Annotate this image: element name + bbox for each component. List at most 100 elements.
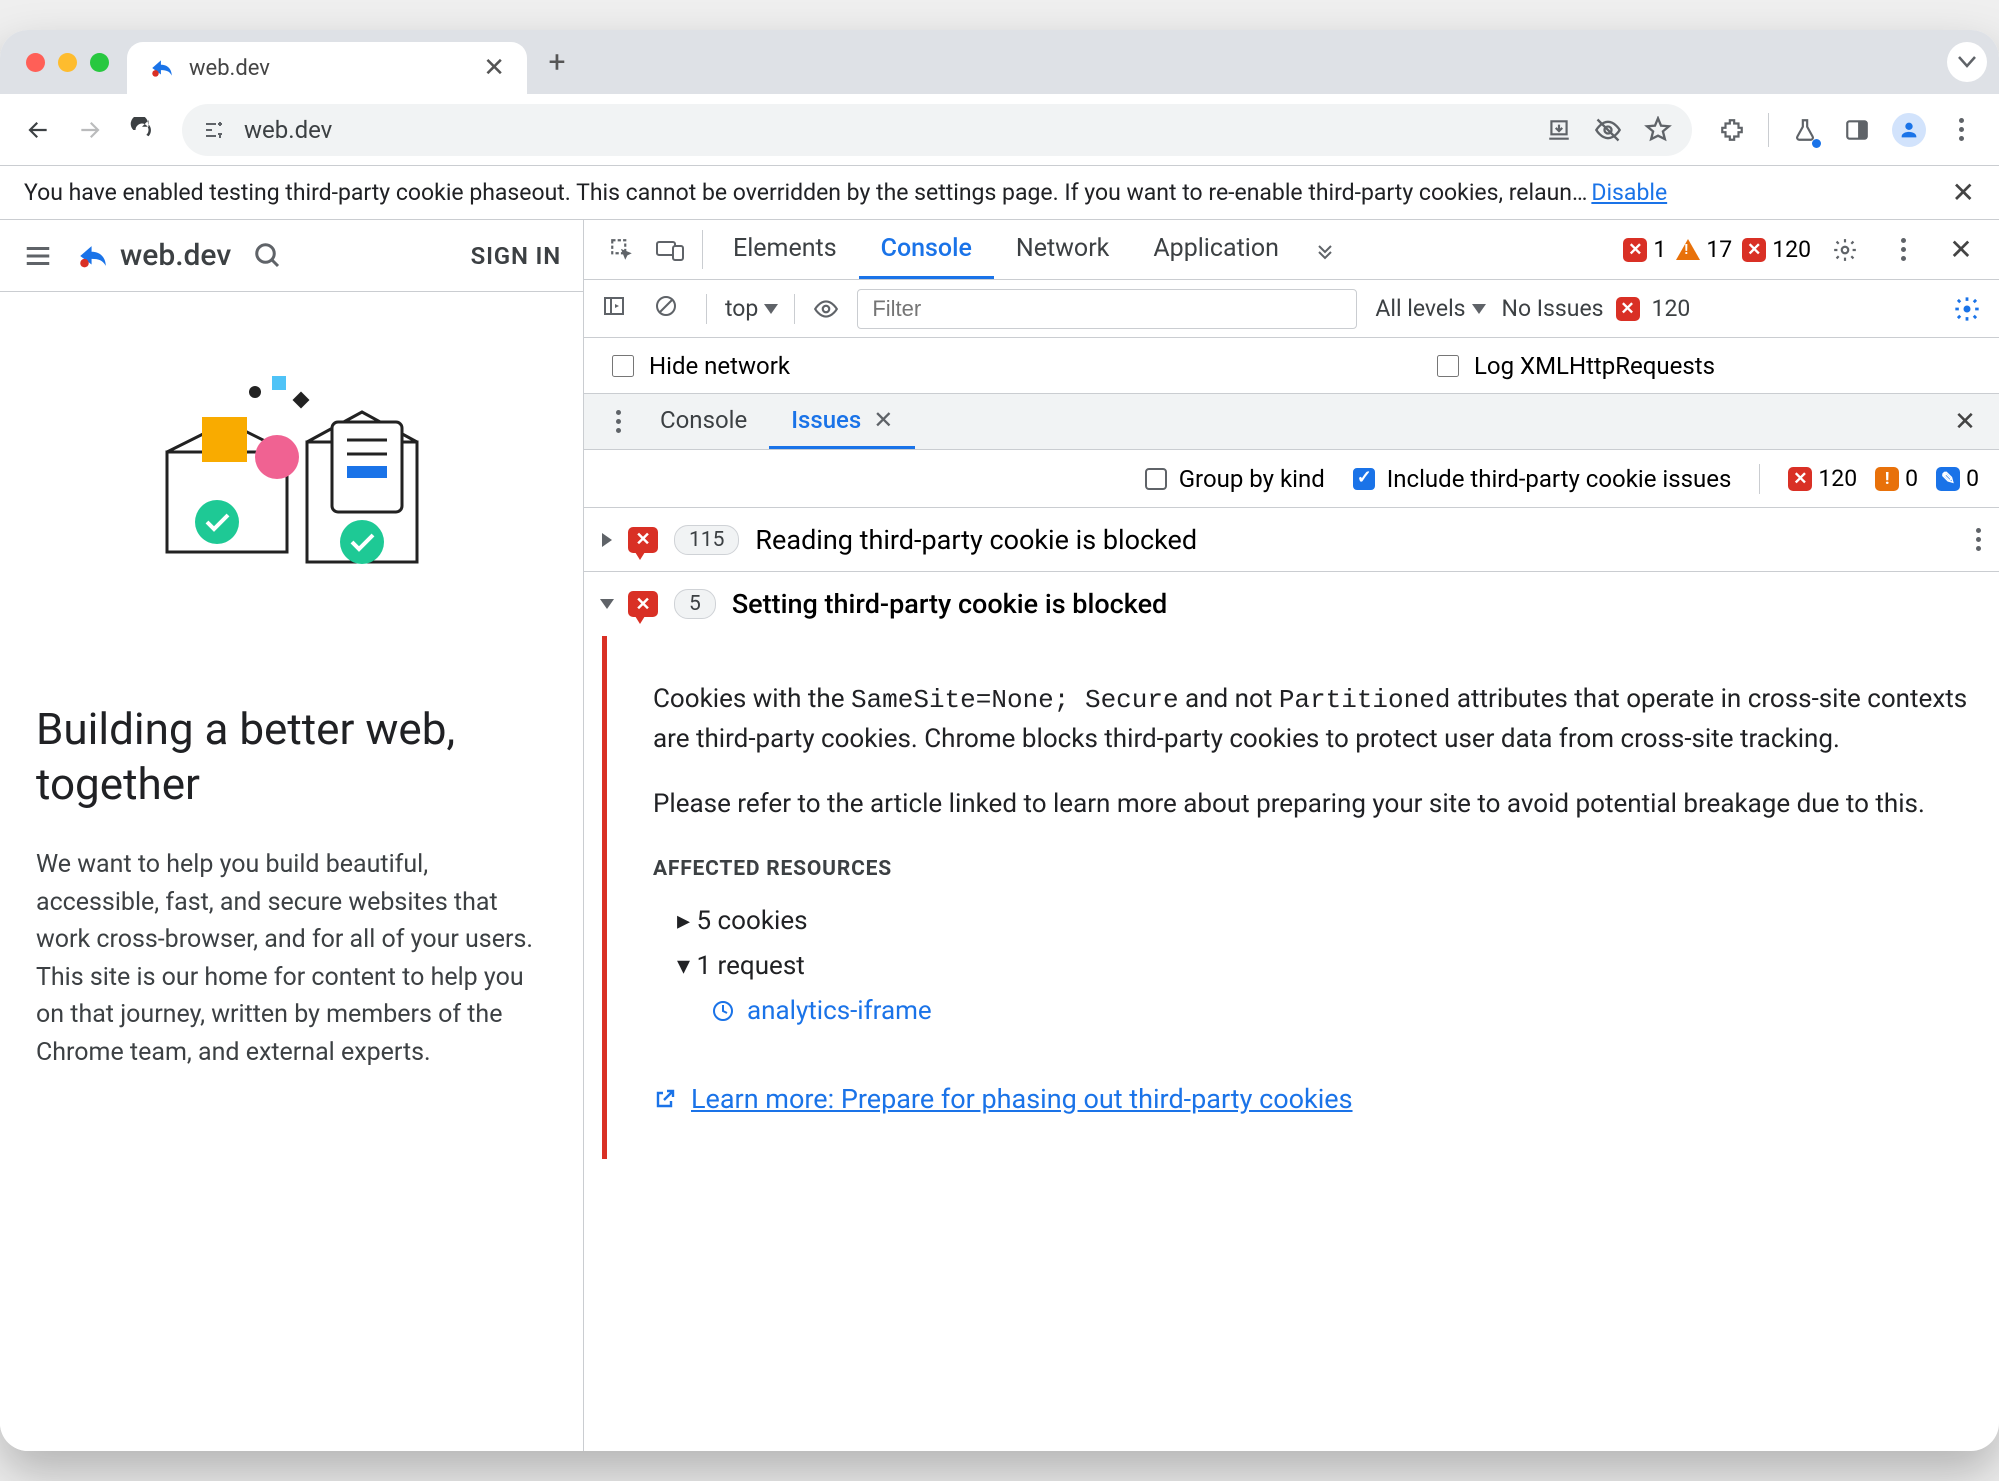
levels-selector[interactable]: All levels [1375, 295, 1483, 322]
forward-button[interactable] [68, 108, 112, 152]
chevron-down-icon [764, 304, 778, 314]
close-window-button[interactable] [26, 53, 45, 72]
chevron-down-icon [1472, 304, 1486, 314]
error-count[interactable]: ✕1 [1623, 236, 1666, 263]
chrome-menu-button[interactable] [1939, 108, 1983, 152]
issue-row[interactable]: ✕ 115 Reading third-party cookie is bloc… [584, 508, 1999, 572]
info-bar-text: You have enabled testing third-party coo… [24, 179, 1587, 206]
inspect-icon[interactable] [598, 220, 646, 279]
disable-link[interactable]: Disable [1591, 179, 1667, 206]
info-bar: You have enabled testing third-party coo… [0, 166, 1999, 220]
side-panel-button[interactable] [1835, 108, 1879, 152]
titlebar: web.dev ✕ + [0, 30, 1999, 94]
issue-count-pill: 5 [674, 589, 716, 619]
issues-summary[interactable]: No Issues✕120 [1502, 295, 1691, 322]
search-icon[interactable] [253, 241, 283, 271]
drawer-tab-issues[interactable]: Issues ✕ [769, 394, 915, 449]
issue-menu-icon[interactable] [1976, 528, 1981, 551]
hero-illustration [36, 362, 547, 582]
sign-in-button[interactable]: SIGN IN [471, 242, 561, 270]
affected-requests[interactable]: 1 request [677, 947, 1971, 986]
include-3p-checkbox[interactable]: Include third-party cookie issues [1353, 465, 1732, 493]
affected-cookies[interactable]: 5 cookies [677, 902, 1971, 941]
issues-counts: ✕120 !0 ✎0 [1788, 465, 1979, 492]
page-viewport: web.dev SIGN IN [0, 220, 584, 1451]
context-selector[interactable]: top [725, 295, 776, 322]
fullscreen-window-button[interactable] [90, 53, 109, 72]
site-logo[interactable]: web.dev [76, 238, 231, 273]
filter-input[interactable] [857, 289, 1357, 329]
console-settings-icon[interactable] [1953, 295, 1981, 323]
issue-detail: Cookies with the SameSite=None; Secure a… [584, 636, 1999, 1159]
issue-title: Reading third-party cookie is blocked [755, 524, 1197, 556]
drawer-tab-console[interactable]: Console [638, 394, 769, 449]
expand-icon [602, 533, 612, 547]
live-expression-icon[interactable] [813, 296, 839, 322]
blocked-count[interactable]: ✕120 [1742, 236, 1811, 263]
warning-count[interactable]: 17 [1676, 236, 1732, 263]
device-toggle-icon[interactable] [646, 220, 694, 279]
webdev-icon [76, 239, 110, 273]
tab-elements[interactable]: Elements [711, 220, 859, 279]
issue-paragraph: Please refer to the article linked to le… [653, 785, 1971, 824]
sidebar-toggle-icon[interactable] [602, 294, 636, 324]
browser-window: web.dev ✕ + web.dev You have enable [0, 30, 1999, 1451]
devtools-main-tabs: Elements Console Network Application ✕1 … [584, 220, 1999, 280]
issue-count-pill: 115 [674, 525, 739, 555]
learn-more-link[interactable]: Learn more: Prepare for phasing out thir… [653, 1079, 1971, 1120]
console-options: Hide network Log XMLHttpRequests [584, 338, 1999, 394]
devtools-panel: Elements Console Network Application ✕ 1 … [584, 220, 1999, 1451]
reload-button[interactable] [120, 108, 164, 152]
issues-toolbar: Group by kind Include third-party cookie… [584, 450, 1999, 508]
tab-network[interactable]: Network [994, 220, 1131, 279]
collapse-icon [600, 599, 614, 609]
separator [1768, 113, 1769, 147]
labs-button[interactable] [1783, 108, 1827, 152]
log-xhr-checkbox[interactable]: Log XMLHttpRequests [1433, 352, 1715, 380]
close-info-bar-icon[interactable]: ✕ [1932, 176, 1975, 209]
browser-tab[interactable]: web.dev ✕ [127, 42, 527, 94]
clear-console-icon[interactable] [654, 294, 688, 324]
extensions-button[interactable] [1710, 108, 1754, 152]
tab-title: web.dev [189, 56, 270, 81]
devtools-menu-icon[interactable] [1879, 238, 1927, 261]
site-header: web.dev SIGN IN [0, 220, 583, 292]
page-blurb: We want to help you build beautiful, acc… [36, 846, 547, 1071]
minimize-window-button[interactable] [58, 53, 77, 72]
settings-icon[interactable] [1821, 237, 1869, 263]
close-issues-tab-icon[interactable]: ✕ [873, 406, 893, 434]
eye-off-icon[interactable] [1594, 116, 1622, 144]
bookmark-star-icon[interactable] [1644, 116, 1672, 144]
close-devtools-icon[interactable]: ✕ [1937, 233, 1985, 266]
new-tab-button[interactable]: + [535, 40, 579, 84]
tab-list-button[interactable] [1947, 42, 1987, 82]
hide-network-checkbox[interactable]: Hide network [608, 352, 790, 380]
site-settings-icon[interactable] [202, 118, 226, 142]
window-controls [26, 53, 109, 72]
tab-console[interactable]: Console [859, 220, 994, 279]
browser-toolbar: web.dev [0, 94, 1999, 166]
address-bar[interactable]: web.dev [182, 104, 1692, 156]
severity-bar [602, 636, 607, 1159]
issue-severity-icon: ✕ [628, 527, 658, 553]
back-button[interactable] [16, 108, 60, 152]
install-icon[interactable] [1546, 117, 1572, 143]
close-tab-icon[interactable]: ✕ [483, 53, 505, 83]
drawer-tabs: Console Issues ✕ ✕ [584, 394, 1999, 450]
request-link[interactable]: analytics-iframe [711, 992, 1971, 1031]
issue-severity-icon: ✕ [628, 591, 658, 617]
page-heading: Building a better web, together [36, 702, 547, 812]
external-link-icon [653, 1087, 677, 1111]
tab-application[interactable]: Application [1131, 220, 1301, 279]
site-name: web.dev [120, 238, 231, 273]
menu-icon[interactable] [22, 241, 54, 271]
profile-button[interactable] [1887, 108, 1931, 152]
reload-icon [711, 999, 735, 1023]
issue-title: Setting third-party cookie is blocked [732, 588, 1167, 620]
group-by-kind-checkbox[interactable]: Group by kind [1145, 465, 1325, 493]
issue-row[interactable]: ✕ 5 Setting third-party cookie is blocke… [584, 572, 1999, 636]
console-filter-bar: top All levels No Issues✕120 [584, 280, 1999, 338]
close-drawer-icon[interactable]: ✕ [1945, 394, 1985, 449]
drawer-menu-icon[interactable] [598, 394, 638, 449]
more-tabs-icon[interactable] [1301, 220, 1349, 279]
